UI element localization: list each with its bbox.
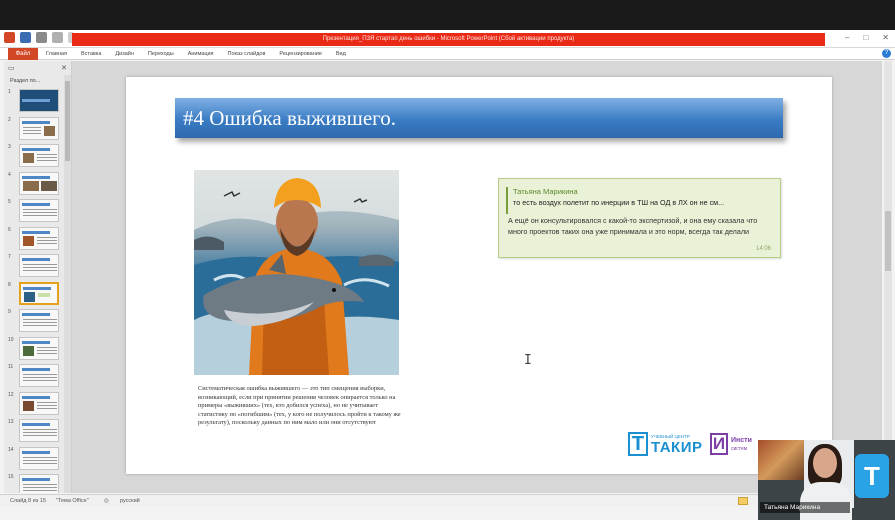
- thumbnail-pane-header: ▭ ✕: [4, 61, 71, 75]
- normal-view-button[interactable]: [738, 497, 748, 505]
- redo-icon[interactable]: [52, 32, 63, 43]
- slide-thumbnail[interactable]: 15: [4, 472, 71, 493]
- minimize-button[interactable]: –: [845, 33, 849, 42]
- slide-thumbnail[interactable]: 12: [4, 390, 71, 418]
- tab-file[interactable]: Файл: [8, 48, 38, 60]
- tab-view[interactable]: Вид: [336, 48, 346, 60]
- slide-thumbnail[interactable]: 9: [4, 307, 71, 335]
- slide-scrollbar-thumb[interactable]: [885, 211, 891, 271]
- tab-insert[interactable]: Вставка: [81, 48, 101, 60]
- message-sender: Татьяна Марикина: [513, 187, 578, 196]
- tab-slideshow[interactable]: Показ слайдов: [228, 48, 266, 60]
- webcam-overlay: Т Татьяна Марикина: [758, 440, 895, 520]
- slide-thumbnail[interactable]: 3: [4, 142, 71, 170]
- thumbnail-scrollbar[interactable]: [64, 75, 71, 493]
- close-button[interactable]: ✕: [882, 33, 889, 42]
- tab-transitions[interactable]: Переходы: [148, 48, 174, 60]
- help-icon[interactable]: ?: [882, 49, 891, 58]
- section-label[interactable]: Раздел по...: [4, 75, 71, 87]
- fisherman-dolphin-image[interactable]: [194, 170, 399, 375]
- slide-thumbnail-pane: ▭ ✕ Раздел по... 1 2 3 4 5 6 7 8 9 10 11…: [4, 61, 72, 493]
- slide-thumbnail-selected[interactable]: 8: [4, 280, 71, 308]
- window-title: Презентация_ПЗЯ стартап день ошибки - Mi…: [72, 33, 825, 46]
- powerpoint-logo-icon[interactable]: [4, 32, 15, 43]
- slides-view-icon[interactable]: ▭: [8, 64, 15, 72]
- window-controls: – □ ✕: [845, 33, 889, 42]
- ribbon-tab-list: Главная Вставка Дизайн Переходы Анимация…: [46, 48, 346, 60]
- participant-name: Татьяна Марикина: [760, 502, 850, 513]
- language-indicator[interactable]: русский: [120, 495, 140, 507]
- tab-review[interactable]: Рецензирование: [279, 48, 321, 60]
- slide-thumbnail[interactable]: 6: [4, 225, 71, 253]
- slide-thumbnail[interactable]: 1: [4, 87, 71, 115]
- slide-thumbnail[interactable]: 7: [4, 252, 71, 280]
- tab-design[interactable]: Дизайн: [115, 48, 134, 60]
- slide-thumbnail[interactable]: 14: [4, 445, 71, 473]
- slide-thumbnail[interactable]: 4: [4, 170, 71, 198]
- fisherman-dolphin-illustration: [194, 170, 399, 375]
- tab-home[interactable]: Главная: [46, 48, 67, 60]
- slide-thumbnail[interactable]: 13: [4, 417, 71, 445]
- slide-editing-area: #4 Ошибка выжившего. Систематическая оши…: [72, 61, 882, 493]
- slide-thumbnail[interactable]: 5: [4, 197, 71, 225]
- theme-name: "Тема Office": [56, 498, 89, 504]
- screen-top-band: [0, 0, 895, 30]
- spellcheck-icon[interactable]: ◎: [104, 495, 109, 507]
- tab-animation[interactable]: Анимация: [188, 48, 214, 60]
- quoted-reply: Татьяна Марикина то есть воздух полетит …: [506, 187, 771, 214]
- close-pane-icon[interactable]: ✕: [61, 64, 67, 72]
- text-cursor-icon: I: [524, 353, 532, 368]
- undo-icon[interactable]: [36, 32, 47, 43]
- ribbon-tabs: Файл Главная Вставка Дизайн Переходы Ани…: [0, 48, 895, 60]
- institute-logo: И Инсти систем: [710, 433, 760, 459]
- thumbnail-scrollbar-thumb[interactable]: [65, 81, 70, 161]
- slide-counter: Слайд 8 из 15: [10, 498, 46, 504]
- slide-scrollbar[interactable]: [884, 61, 892, 493]
- slide-title-banner[interactable]: #4 Ошибка выжившего.: [175, 98, 783, 138]
- slide-thumbnail[interactable]: 2: [4, 115, 71, 143]
- chat-message-screenshot[interactable]: Татьяна Марикина то есть воздух полетит …: [498, 178, 781, 258]
- message-time: 14:06: [755, 246, 771, 252]
- title-bar: Презентация_ПЗЯ стартап день ошибки - Mi…: [0, 30, 895, 48]
- slide-caption-text[interactable]: Систематическая ошибка выжившего — это т…: [198, 385, 403, 428]
- takir-t-logo-icon: Т: [855, 454, 889, 498]
- quoted-text: то есть воздух полетит по инерции в ТШ н…: [513, 198, 725, 207]
- save-icon[interactable]: [20, 32, 31, 43]
- current-slide[interactable]: #4 Ошибка выжившего. Систематическая оши…: [126, 77, 832, 474]
- slide-title: #4 Ошибка выжившего.: [183, 106, 396, 130]
- slide-thumbnail[interactable]: 10: [4, 335, 71, 363]
- slide-thumbnail[interactable]: 11: [4, 362, 71, 390]
- participant-face: [813, 448, 837, 478]
- quick-access-toolbar: [4, 32, 74, 43]
- message-body: А ещё он консультировался с какой-то экс…: [508, 216, 758, 236]
- maximize-button[interactable]: □: [863, 33, 868, 42]
- takir-logo: Т УЧЕБНЫЙ ЦЕНТР ТАКИР: [628, 432, 702, 458]
